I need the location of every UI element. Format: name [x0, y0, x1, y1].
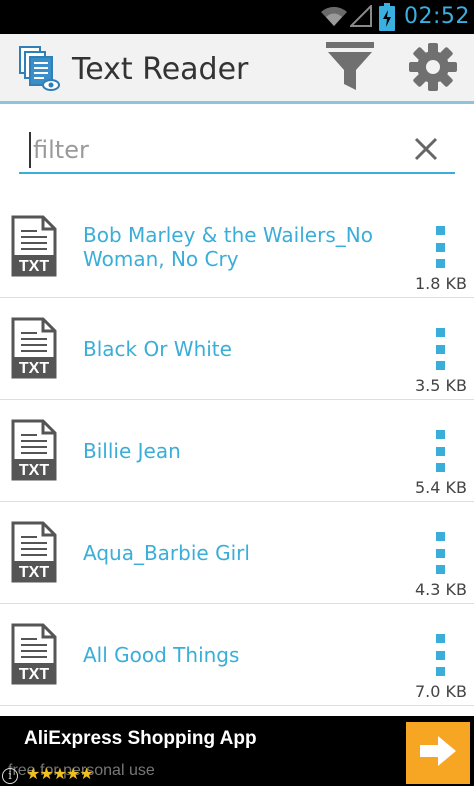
file-name-text: Aqua_Barbie Girl	[83, 541, 250, 565]
close-icon	[414, 137, 438, 165]
list-item[interactable]: TXT Bob Marley & the Wailers_No Woman, N…	[0, 196, 474, 298]
file-size: 7.0 KB	[415, 682, 467, 701]
file-size: 3.5 KB	[415, 376, 467, 395]
file-name-text: Bob Marley & the Wailers_No Woman, No Cr…	[83, 223, 373, 271]
wifi-icon	[320, 4, 348, 32]
clear-filter-button[interactable]	[409, 134, 443, 168]
signal-icon	[348, 3, 372, 31]
svg-text:TXT: TXT	[19, 258, 49, 275]
list-item[interactable]: TXT Aqua_Barbie Girl 4.3 KB	[0, 502, 474, 604]
svg-text:TXT: TXT	[19, 564, 49, 581]
status-bar: 02:52	[0, 0, 474, 34]
file-name-text: Black Or White	[83, 337, 232, 361]
svg-text:TXT: TXT	[19, 360, 49, 377]
battery-charging-icon	[379, 3, 395, 35]
file-menu-button[interactable]	[428, 226, 452, 268]
txt-file-icon: TXT	[11, 521, 57, 587]
list-item[interactable]: TXT Black Or White 3.5 KB	[0, 298, 474, 400]
action-bar: Text Reader	[0, 34, 474, 104]
svg-text:TXT: TXT	[19, 666, 49, 683]
list-item[interactable]: TXT All Good Things 7.0 KB	[0, 604, 474, 706]
arrow-right-icon	[418, 734, 458, 772]
txt-file-icon: TXT	[11, 419, 57, 485]
file-name[interactable]: Aqua_Barbie Girl	[83, 502, 383, 604]
file-name[interactable]: All Good Things	[83, 604, 383, 706]
ad-install-button[interactable]	[406, 722, 470, 784]
file-name[interactable]: Billie Jean	[83, 400, 383, 502]
file-menu-button[interactable]	[428, 634, 452, 676]
filter-funnel-icon	[326, 42, 374, 96]
file-size: 4.3 KB	[415, 580, 467, 599]
svg-text:TXT: TXT	[19, 462, 49, 479]
ad-banner[interactable]: AliExpress Shopping App free for persona…	[0, 716, 474, 786]
file-menu-button[interactable]	[428, 532, 452, 574]
txt-file-icon: TXT	[11, 623, 57, 689]
txt-file-icon: TXT	[11, 215, 57, 281]
file-menu-button[interactable]	[428, 328, 452, 370]
settings-gear-icon	[408, 42, 458, 96]
status-clock: 02:52	[404, 4, 470, 29]
txt-file-icon: TXT	[11, 317, 57, 383]
list-item[interactable]: TXT Billie Jean 5.4 KB	[0, 400, 474, 502]
search-field	[19, 128, 455, 174]
file-name[interactable]: Bob Marley & the Wailers_No Woman, No Cr…	[83, 196, 383, 298]
file-size: 5.4 KB	[415, 478, 467, 497]
file-name-text: Billie Jean	[83, 439, 181, 463]
filter-button[interactable]	[320, 40, 380, 98]
file-menu-button[interactable]	[428, 430, 452, 472]
ad-rating-stars: ★★★★★	[26, 764, 94, 783]
file-size: 1.8 KB	[415, 274, 467, 293]
ad-info-icon[interactable]: i	[2, 768, 18, 784]
file-name-text: All Good Things	[83, 643, 240, 667]
file-list: TXT Bob Marley & the Wailers_No Woman, N…	[0, 196, 474, 706]
filter-input[interactable]	[29, 132, 399, 168]
file-name[interactable]: Black Or White	[83, 298, 383, 400]
app-title: Text Reader	[72, 52, 249, 87]
app-documents-icon[interactable]	[16, 45, 62, 95]
ad-title: AliExpress Shopping App	[24, 728, 257, 749]
settings-button[interactable]	[402, 40, 464, 98]
